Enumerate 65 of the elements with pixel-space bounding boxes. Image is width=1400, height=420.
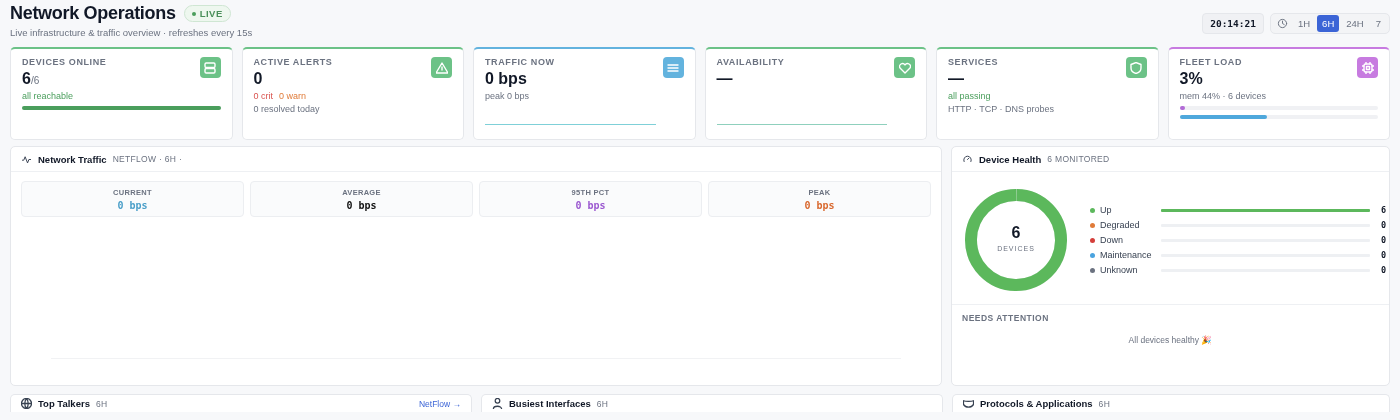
warning-icon (431, 57, 452, 78)
panel-title: Device Health (979, 153, 1042, 165)
time-range-tab[interactable]: 6H (1317, 15, 1340, 32)
kpi-value: — (716, 70, 734, 88)
time-range-tab[interactable]: 24H (1341, 15, 1369, 32)
kpi-note: 0 crit (253, 91, 273, 101)
person-icon (492, 398, 503, 409)
kpi-note: 0 resolved today (253, 104, 320, 114)
panel-title: Busiest Interfaces (509, 398, 591, 409)
status-label: Unknown (1100, 265, 1139, 275)
status-count: 6 (1381, 205, 1388, 215)
status-count: 0 (1381, 235, 1388, 245)
kpi-label: SERVICES (948, 57, 999, 67)
status-label: Down (1100, 235, 1124, 245)
kpi-label: FLEET LOAD (1179, 57, 1242, 67)
live-badge: LIVE (183, 5, 231, 22)
page-subtitle: Live infrastructure & traffic overview · refreshes every 15s (10, 27, 253, 38)
status-count: 0 (1381, 265, 1388, 275)
panel-meta: 6H (596, 398, 609, 409)
pulse-icon (21, 153, 32, 165)
status-label: Degraded (1100, 220, 1141, 230)
panel-meta: 6H (1098, 398, 1111, 409)
globe-icon (21, 398, 32, 409)
panel-title: Protocols & Applications (980, 398, 1093, 409)
clock-display: 20:14:21 (1202, 13, 1264, 34)
kpi-note: all reachable (22, 91, 74, 101)
chip-icon (1357, 57, 1378, 78)
donut-total: 6 (1010, 224, 1022, 242)
clock-icon (1276, 18, 1288, 29)
panel-meta: 6H (95, 398, 108, 409)
kpi-label: ACTIVE ALERTS (253, 57, 333, 67)
kpi-label: TRAFFIC NOW (485, 57, 555, 67)
kpi-label: DEVICES ONLINE (22, 57, 107, 67)
kpi-note: peak 0 bps (485, 91, 530, 101)
kpi-value: 0 bps (485, 70, 528, 88)
panel-title: Network Traffic (38, 153, 107, 165)
time-range-tab[interactable]: 1H (1292, 15, 1316, 32)
time-range-tab[interactable]: 7 (1370, 15, 1386, 32)
status-count: 0 (1381, 220, 1388, 230)
status-count: 0 (1381, 250, 1388, 260)
kpi-note: mem 44% · 6 devices (1179, 91, 1267, 101)
kpi-value: 3% (1179, 70, 1204, 88)
page-title: Network Operations (10, 3, 176, 24)
stat-value: 0 bps (345, 200, 378, 211)
stat-value: 0 bps (116, 200, 149, 211)
section-title: NEEDS ATTENTION (962, 313, 1050, 323)
kpi-label: AVAILABILITY (716, 57, 785, 67)
panel-title: Top Talkers (38, 398, 90, 409)
kpi-note: all passing (948, 91, 991, 101)
kpi-note: HTTP · TCP · DNS probes (948, 104, 1055, 114)
kpi-value: — (948, 70, 965, 88)
server-icon (199, 57, 221, 78)
gauge-icon (962, 153, 973, 165)
stat-value: 0 bps (803, 200, 836, 211)
empty-state-message: All devices healthy 🎉 (1127, 335, 1214, 345)
netflow-link[interactable]: NetFlow → (418, 398, 461, 409)
status-label: Up (1100, 205, 1113, 215)
kpi-note: 0 warn (279, 91, 307, 101)
status-label: Maintenance (1100, 250, 1153, 260)
panel-meta: 6 MONITORED (1047, 154, 1110, 164)
panel-meta: NETFLOW · 6H · (112, 154, 182, 164)
shield-icon (1125, 57, 1147, 78)
kpi-value: 0 (253, 70, 264, 88)
stat-value: 0 bps (574, 200, 607, 211)
kpi-value: 6/6 (22, 70, 41, 88)
